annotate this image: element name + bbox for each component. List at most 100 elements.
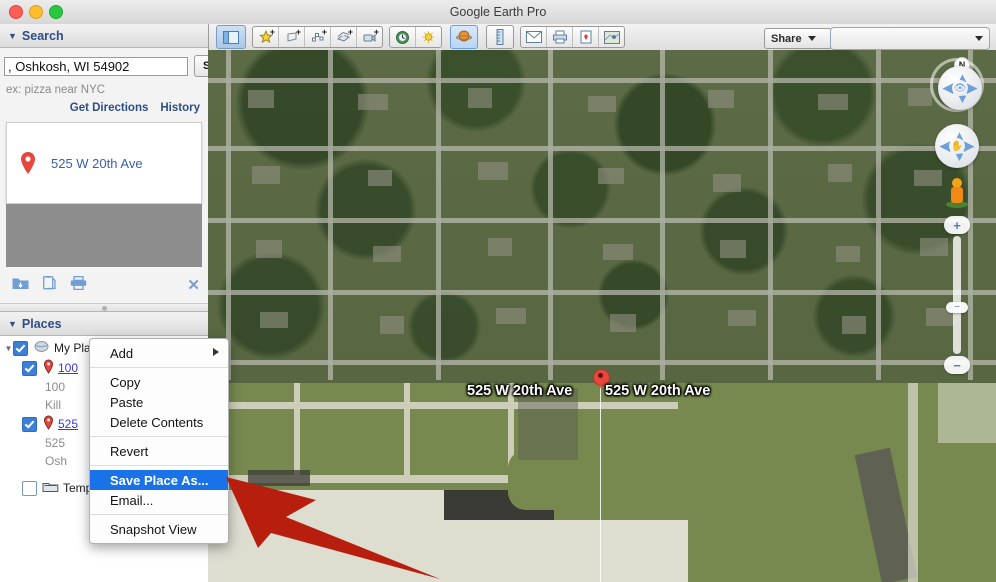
search-hint: ex: pizza near NYC [6,84,106,96]
menu-item-copy[interactable]: Copy [90,372,228,392]
tree-item-subtext-line: 525 [45,436,66,450]
temporary-places-folder-icon [42,480,59,496]
save-to-folder-icon[interactable] [12,276,29,295]
menu-separator [90,465,228,466]
visibility-checkbox[interactable] [22,360,37,376]
map-label-right: 525 W 20th Ave [605,383,711,399]
pan-right-arrow-icon[interactable]: ▶ [964,139,974,152]
tree-item-subtext-line: Osh [45,454,68,468]
menu-item-save-place-as[interactable]: Save Place As... [90,470,228,490]
menu-item-snapshot-view[interactable]: Snapshot View [90,519,228,539]
layer-select[interactable] [830,27,990,50]
context-menu[interactable]: Add Copy Paste Delete Contents Revert Sa… [89,338,229,544]
tree-item-subtext-line: Kill [45,398,62,412]
tree-item-label[interactable]: 100 [58,361,78,375]
menu-item-email[interactable]: Email... [90,490,228,510]
tree-item-label[interactable]: 525 [58,417,78,431]
menu-item-delete-contents[interactable]: Delete Contents [90,412,228,432]
places-panel-header[interactable]: ▼ Places [0,312,208,336]
search-result-item[interactable]: 525 W 20th Ave [6,122,202,204]
plus-badge-icon: + [321,27,327,37]
add-placemark-icon[interactable]: + [253,27,279,47]
pegman-icon[interactable] [946,178,968,208]
sunlight-icon[interactable] [416,27,441,47]
menu-item-label: Delete Contents [110,414,204,430]
print-icon[interactable] [547,27,573,47]
add-polygon-icon[interactable]: + [279,27,305,47]
tree-item-label: Temp [63,481,93,495]
menu-item-label: Copy [110,374,141,390]
close-icon[interactable]: ✕ [187,276,200,294]
google-earth-pro-window: Google Earth Pro + + + + + Share ▼ Searc… [0,0,996,582]
menu-item-revert[interactable]: Revert [90,441,228,461]
search-result-toolbar: ✕ [0,267,208,295]
add-image-overlay-icon[interactable]: + [331,27,357,47]
planet-globe-icon[interactable] [450,25,478,49]
places-panel-title: Places [21,316,62,331]
plus-badge-icon: + [347,27,353,37]
expand-triangle-icon[interactable]: ▼ [4,344,13,353]
share-button[interactable]: Share [764,28,832,49]
visibility-checkbox[interactable] [22,416,37,432]
search-links: Get Directions History [0,96,208,114]
search-panel-header[interactable]: ▼ Search [0,24,208,48]
chevron-down-icon [975,36,983,41]
search-result-detail-pane [6,204,202,267]
map-view[interactable]: 525 W 20th Ave 525 W 20th Ave N ▲ ▼ ◀ ▶ … [208,50,996,582]
print-icon[interactable] [70,275,87,295]
menu-item-add[interactable]: Add [90,343,228,363]
street-grid [208,50,996,380]
menu-item-label: Paste [110,394,144,410]
eye-icon[interactable]: 👁 [952,80,968,96]
zoom-out-button[interactable]: − [944,356,970,374]
compass-ring[interactable]: N ▲ ▼ ◀ ▶ 👁 [930,57,984,112]
toolbar-group-share-tools [520,26,625,48]
zoom-slider[interactable]: + − − [944,216,970,374]
view-in-google-maps-icon[interactable] [599,27,624,47]
add-path-icon[interactable]: + [305,27,331,47]
menu-item-label: Snapshot View [110,521,197,537]
move-joystick[interactable]: ▲ ▼ ◀ ▶ ✋ [935,124,979,168]
zoom-thumb[interactable]: − [946,302,968,313]
zoom-in-button[interactable]: + [944,216,970,234]
chevron-down-icon: ▼ [8,30,17,41]
search-result-label: 525 W 20th Ave [51,155,143,171]
email-icon[interactable] [521,27,547,47]
tree-item-subtext-line: 100 [45,380,66,394]
chevron-down-icon: ▼ [8,318,17,329]
sidebar-toggle-icon[interactable] [216,25,246,49]
history-link[interactable]: History [160,102,200,114]
copy-icon[interactable] [43,275,56,295]
toolbar-group-add-tools: + + + + + [252,26,383,48]
ruler-icon[interactable] [486,25,514,49]
menu-item-label: Add [110,345,134,361]
chevron-down-icon [807,36,816,41]
menu-separator [90,514,228,515]
menu-item-label: Revert [110,443,149,459]
placemark-stem [600,387,601,582]
look-joystick[interactable]: ▲ ▼ ◀ ▶ 👁 [938,66,982,110]
share-button-label: Share [771,32,802,45]
map-label-left: 525 W 20th Ave [467,383,573,399]
main-toolbar: + + + + + Share [208,24,996,51]
historical-imagery-clock-icon[interactable] [390,27,416,47]
search-input[interactable] [4,56,188,76]
navigation-controls[interactable]: N ▲ ▼ ◀ ▶ 👁 ▲ ▼ ◀ ▶ ✋ + − − [930,57,984,374]
hand-icon[interactable]: ✋ [949,138,965,154]
menu-item-paste[interactable]: Paste [90,392,228,412]
save-image-icon[interactable] [573,27,599,47]
record-tour-icon[interactable]: + [357,27,382,47]
visibility-checkbox[interactable] [13,340,28,356]
menu-separator [90,367,228,368]
placemark-pin-icon [43,415,54,433]
zoom-track[interactable] [953,236,961,354]
menu-item-label: Save Place As... [110,472,209,488]
title-bar: Google Earth Pro [0,0,996,25]
placemark-pin-icon [43,359,54,377]
visibility-checkbox[interactable] [22,480,37,496]
map-pin-icon [21,152,35,174]
submenu-arrow-icon [213,348,219,356]
panel-splitter[interactable] [0,303,208,312]
get-directions-link[interactable]: Get Directions [70,102,149,114]
look-right-arrow-icon[interactable]: ▶ [967,81,977,94]
